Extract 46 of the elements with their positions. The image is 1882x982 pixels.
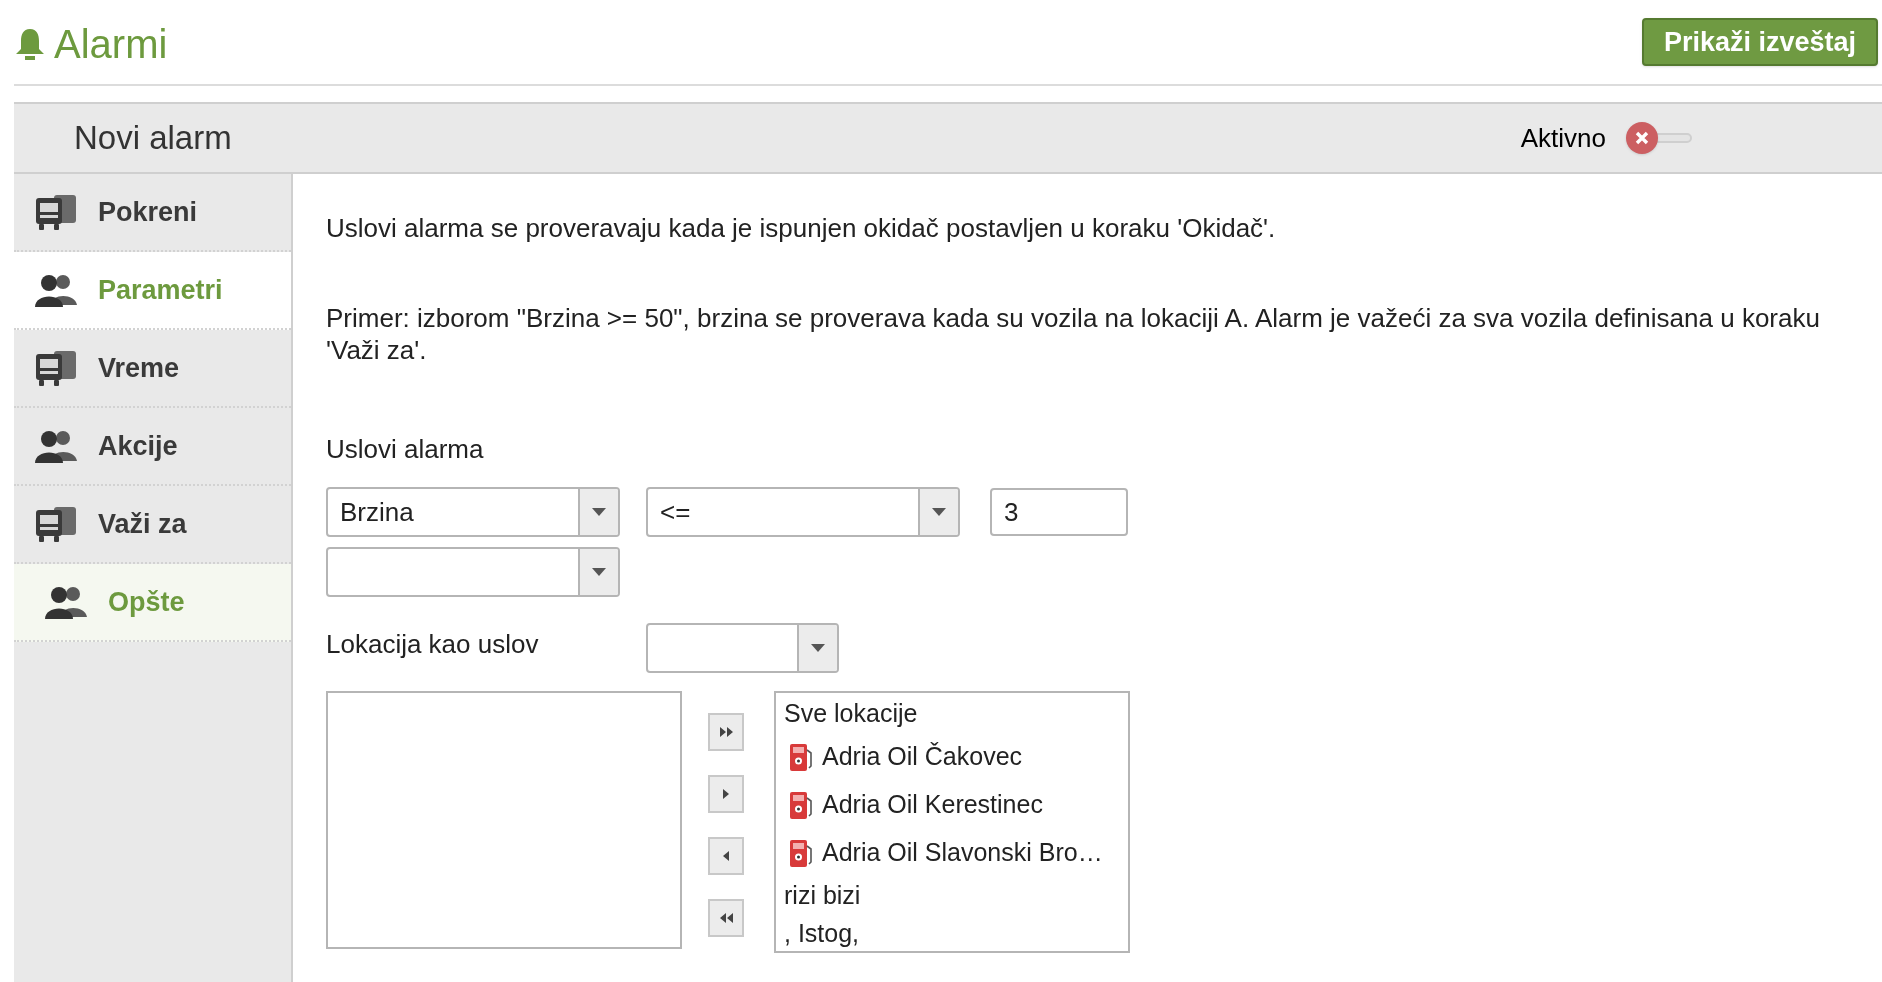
available-locations-list[interactable]: Sve lokacije Adria Oil Čakovec Adria Oil Kerestinec Adria Oil Slavonski Bro… rizi bizi , Istog, [774, 691, 1130, 953]
caret-icon [592, 508, 606, 516]
page-title: Alarmi [54, 21, 168, 68]
sidebar-item[interactable]: Akcije [14, 408, 291, 486]
truck-icon [34, 348, 78, 388]
people-icon [34, 429, 78, 463]
location-item[interactable]: Adria Oil Čakovec [784, 733, 1120, 781]
move-button[interactable] [708, 837, 744, 875]
threshold-field[interactable]: 3 [990, 488, 1128, 536]
sidebar-item[interactable]: Vreme [14, 330, 291, 408]
close-icon [1635, 131, 1649, 145]
double-arrow-icon [719, 727, 733, 737]
operator-dropdown[interactable]: <= [646, 487, 960, 537]
caret-icon [932, 508, 946, 516]
location-item[interactable]: Adria Oil Kerestinec [784, 781, 1120, 829]
move-button[interactable] [708, 713, 744, 751]
caret-icon [592, 568, 606, 576]
location-dropdown[interactable] [646, 623, 839, 673]
move-button[interactable] [708, 899, 744, 937]
double-arrow-icon [719, 913, 733, 923]
people-icon [34, 273, 78, 307]
location-item[interactable]: , Istog, [784, 915, 1120, 953]
panel-title: Novi alarm [74, 118, 232, 159]
active-toggle[interactable] [1626, 122, 1692, 154]
location-item[interactable]: Sve lokacije [784, 695, 1120, 733]
move-button[interactable] [708, 775, 744, 813]
arrow-icon [723, 851, 729, 861]
condition-dropdown[interactable] [326, 547, 620, 597]
active-label: Aktivno [1520, 121, 1606, 155]
truck-icon [34, 192, 78, 232]
truck-icon [34, 504, 78, 544]
parameter-dropdown[interactable]: Brzina [326, 487, 620, 537]
people-icon [44, 585, 88, 619]
selected-locations-list[interactable] [326, 691, 682, 949]
conditions-label: Uslovi alarma [326, 433, 485, 466]
caret-icon [811, 644, 825, 652]
bell-icon [14, 27, 46, 61]
intro-text: Uslovi alarma se proveravaju kada je ispunjen okidač postavljen u koraku 'Okidač'. [326, 212, 1277, 244]
fuel-pump-icon [788, 790, 814, 820]
arrow-icon [723, 789, 729, 799]
location-item[interactable]: Adria Oil Slavonski Bro… [784, 829, 1120, 877]
location-label: Lokacija kao uslov [326, 628, 540, 661]
location-item[interactable]: rizi bizi [784, 877, 1120, 915]
fuel-pump-icon [788, 742, 814, 772]
example-text: Primer: izborom "Brzina >= 50", brzina se proverava kada su vozila na lokaciji A. Alarm je važeći za sva vozila definisana u koraku 'Važi za'. [326, 302, 1821, 366]
fuel-pump-icon [788, 838, 814, 868]
